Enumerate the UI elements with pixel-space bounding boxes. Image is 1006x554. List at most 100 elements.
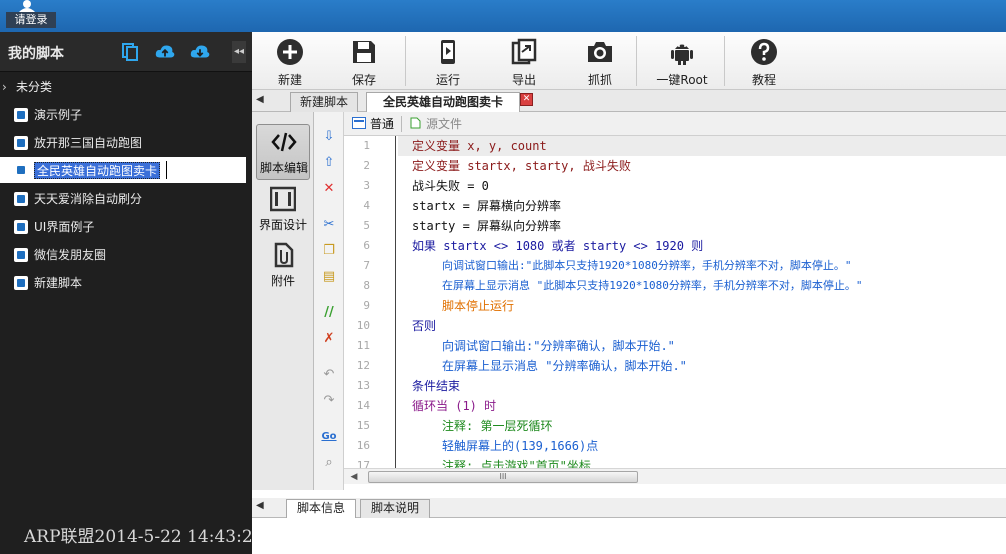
capture-button[interactable]: 抓抓 — [568, 34, 632, 88]
tab-label: 脚本说明 — [370, 501, 419, 515]
goto-icon[interactable]: Go — [320, 428, 338, 446]
script-file-icon — [14, 276, 28, 290]
root-button-label: 一键Root — [656, 73, 708, 87]
mode-label: 脚本编辑 — [259, 161, 308, 175]
tutorial-button[interactable]: 教程 — [732, 34, 796, 88]
code-area[interactable]: 定义变量 x, y, count 定义变量 startx, starty, 战斗… — [344, 136, 1006, 468]
text-cursor — [166, 161, 167, 179]
tree-item-label: 演示例子 — [34, 108, 83, 122]
scrollbar-thumb[interactable]: III — [368, 471, 638, 483]
tree-group-label: 未分类 — [16, 80, 53, 94]
tree-group-uncategorized[interactable]: › 未分类 — [0, 76, 252, 98]
attachment-file-icon — [274, 242, 294, 268]
scrollbar-grip: III — [499, 472, 507, 481]
undo-icon[interactable]: ↶ — [320, 366, 338, 384]
cloud-upload-icon[interactable] — [155, 42, 175, 62]
code-line: 定义变量 x, y, count — [412, 139, 547, 153]
script-file-icon — [14, 220, 28, 234]
main-toolbar: 新建 保存 运行 导出 抓抓 一键Root 教程 — [252, 32, 1006, 90]
tab-label: 新建脚本 — [299, 95, 348, 109]
tab-active-script[interactable]: 全民英雄自动跑图卖卡 — [366, 92, 520, 112]
comment-icon[interactable]: // — [320, 304, 338, 322]
uncomment-icon[interactable]: ✗ — [320, 330, 338, 348]
watermark-text: ARP联盟2014-5-22 14:43:29 — [24, 527, 264, 547]
tab-script-info[interactable]: 脚本信息 — [286, 499, 356, 518]
redo-icon[interactable]: ↷ — [320, 392, 338, 410]
tree-item-rename-field[interactable]: 全民英雄自动跑图卖卡 — [34, 162, 161, 179]
mode-attachments[interactable]: 附件 — [256, 238, 310, 294]
tab-scroll-left-icon[interactable]: ◀ — [256, 94, 266, 108]
tree-item-script-selected[interactable]: 全民英雄自动跑图卖卡 — [0, 157, 246, 183]
tab-script-description[interactable]: 脚本说明 — [360, 499, 430, 518]
script-file-icon — [14, 136, 28, 150]
tab-divider — [401, 116, 402, 132]
tree-item-script[interactable]: 微信发朋友圈 — [0, 242, 246, 268]
code-line: starty = 屏幕纵向分辨率 — [412, 219, 562, 233]
help-circle-icon — [751, 39, 777, 65]
code-line: 注释: 点击游戏"首页"坐标 — [442, 459, 591, 468]
code-editor[interactable]: 普通 源文件 1 2 3 4 5 6 7 8 9 10 11 12 13 14 … — [344, 112, 1006, 490]
code-line: 注释: 第一层死循环 — [442, 419, 553, 433]
move-up-icon[interactable]: ⇧ — [320, 154, 338, 172]
new-button[interactable]: 新建 — [258, 34, 322, 88]
code-line: 条件结束 — [412, 379, 461, 393]
export-button-label: 导出 — [511, 73, 536, 87]
tree-item-label: 新建脚本 — [34, 276, 83, 290]
script-file-icon — [14, 192, 28, 206]
tree-item-script[interactable]: UI界面例子 — [0, 214, 246, 240]
editor-view-tabs: 普通 源文件 — [344, 112, 1006, 136]
delete-icon[interactable]: ✕ — [320, 180, 338, 198]
script-file-icon — [14, 108, 28, 122]
login-button[interactable]: 请登录 — [4, 0, 56, 30]
export-button[interactable]: 导出 — [492, 34, 556, 88]
save-button[interactable]: 保存 — [332, 34, 396, 88]
mode-script-editor[interactable]: 脚本编辑 — [256, 124, 310, 180]
code-line: startx = 屏幕横向分辨率 — [412, 199, 562, 213]
cloud-download-icon[interactable] — [190, 42, 210, 62]
tree-item-script[interactable]: 演示例子 — [0, 102, 246, 128]
camera-icon — [588, 42, 612, 62]
tab-scroll-left-icon[interactable]: ◀ — [256, 500, 264, 511]
source-file-icon — [410, 117, 421, 129]
toolbar-divider — [724, 36, 725, 86]
login-label: 请登录 — [6, 12, 56, 28]
root-button[interactable]: 一键Root — [650, 34, 714, 88]
mode-ui-design[interactable]: 界面设计 — [256, 182, 310, 238]
scroll-left-icon[interactable]: ◀ — [348, 471, 360, 483]
sidebar-title: 我的脚本 — [8, 46, 64, 62]
tab-label: 源文件 — [426, 117, 463, 131]
paste-icon[interactable]: ▤ — [320, 268, 338, 286]
code-line: 向调试窗口输出:"此脚本只支持1920*1080分辨率，手机分辨率不对，脚本停止… — [442, 259, 852, 272]
tab-normal-view[interactable]: 普通 — [352, 115, 394, 135]
phone-play-icon — [441, 40, 455, 64]
close-tab-icon[interactable]: ✕ — [520, 93, 533, 106]
file-tab-bar: ◀ 新建脚本 全民英雄自动跑图卖卡 ✕ — [252, 90, 1006, 112]
title-bar: 请登录 — [0, 0, 1006, 32]
cut-icon[interactable]: ✂ — [320, 216, 338, 234]
tab-new-script[interactable]: 新建脚本 — [290, 92, 358, 112]
normal-view-icon — [352, 117, 366, 129]
code-line: 如果 startx <> 1080 或者 starty <> 1920 则 — [412, 239, 704, 253]
tree-item-label: 天天爱消除自动刷分 — [34, 192, 143, 206]
tab-source-view[interactable]: 源文件 — [408, 115, 462, 135]
tab-label: 普通 — [370, 117, 395, 131]
run-button[interactable]: 运行 — [416, 34, 480, 88]
script-file-icon — [14, 248, 28, 262]
copy-icon[interactable] — [120, 42, 140, 62]
find-icon[interactable]: ⌕ — [320, 454, 338, 472]
copy-lines-icon[interactable]: ❐ — [320, 242, 338, 260]
collapse-sidebar-button[interactable]: ◂◂ — [232, 41, 246, 63]
user-icon — [19, 0, 35, 12]
mode-panel: 脚本编辑 界面设计 附件 — [252, 112, 314, 490]
mode-label: 界面设计 — [258, 218, 307, 232]
tutorial-button-label: 教程 — [751, 73, 776, 87]
tree-item-script[interactable]: 天天爱消除自动刷分 — [0, 186, 246, 212]
tree-item-label: 微信发朋友圈 — [34, 248, 107, 262]
tree-item-script[interactable]: 放开那三国自动跑图 — [0, 130, 246, 156]
horizontal-scrollbar[interactable]: ◀ III — [344, 468, 1006, 484]
code-line: 战斗失败 = 0 — [412, 179, 489, 193]
tab-label: 全民英雄自动跑图卖卡 — [382, 95, 503, 109]
tree-item-script[interactable]: 新建脚本 — [0, 270, 246, 296]
capture-button-label: 抓抓 — [587, 73, 612, 87]
move-down-icon[interactable]: ⇩ — [320, 128, 338, 146]
